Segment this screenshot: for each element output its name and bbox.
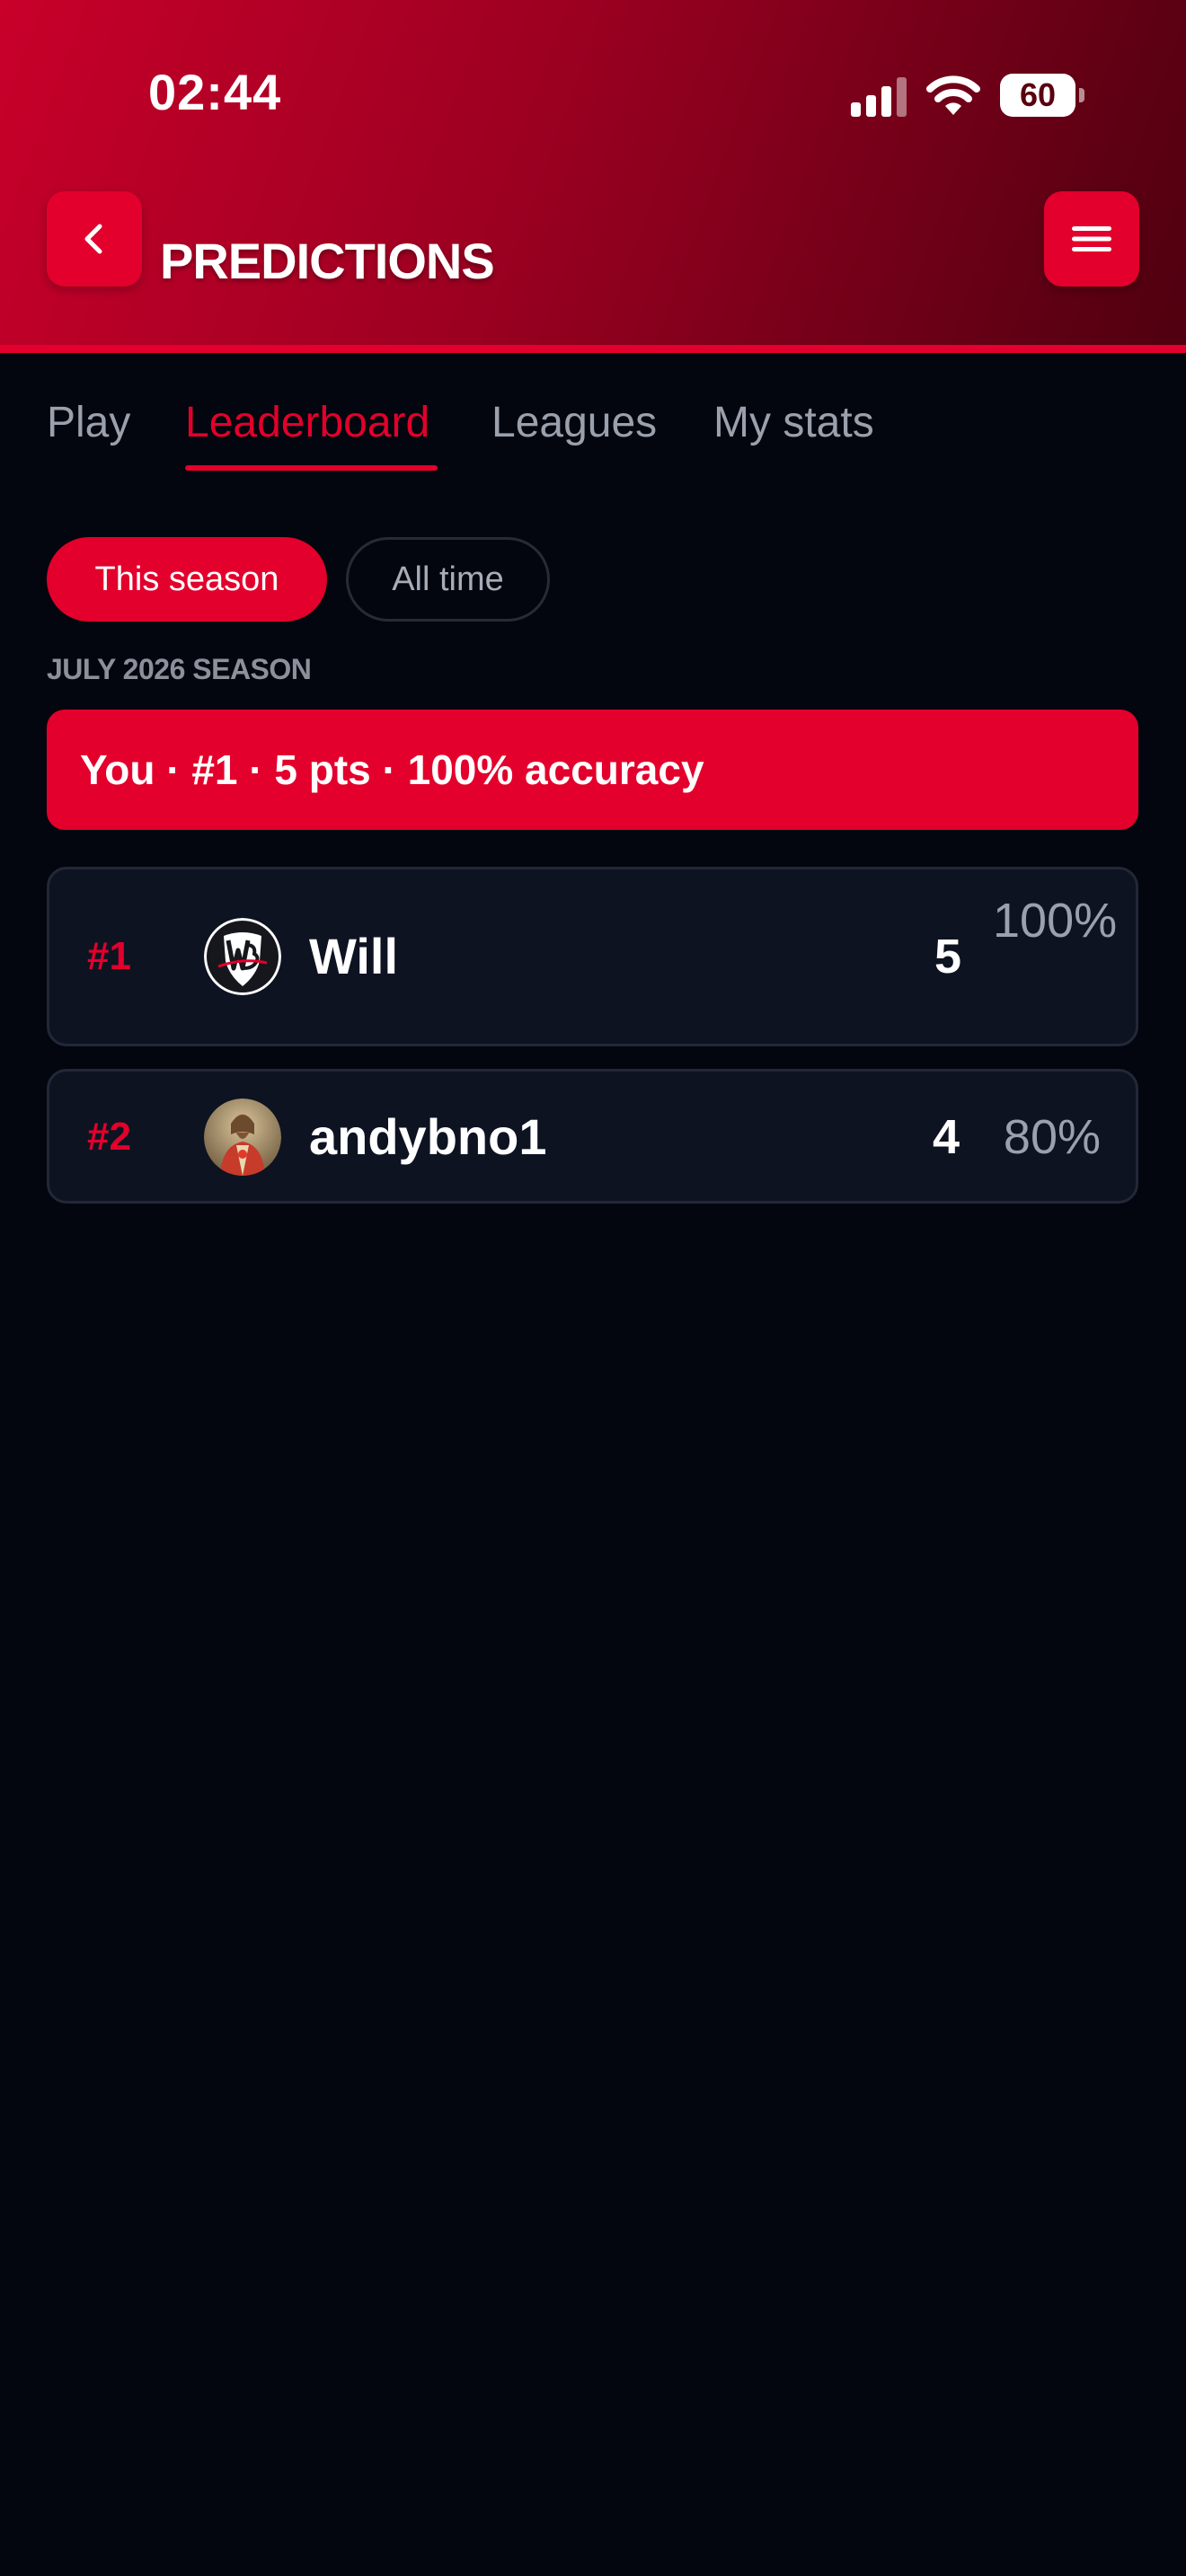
active-tab-indicator [185, 465, 438, 471]
back-button[interactable] [47, 191, 142, 287]
tab-my-stats[interactable]: My stats [713, 395, 874, 451]
player-name: andybno1 [309, 1108, 547, 1165]
app-header: 02:44 60 PREDICTIONS [0, 0, 1186, 345]
player-name: Will [309, 928, 399, 984]
rank: #2 [87, 1115, 131, 1159]
wifi-icon [926, 75, 980, 115]
avatar [204, 1098, 281, 1176]
battery-icon: 60 [1000, 74, 1085, 117]
filter-this-season[interactable]: This season [47, 537, 327, 622]
battery-level: 60 [1019, 76, 1057, 113]
tab-play[interactable]: Play [47, 395, 130, 451]
cellular-signal-icon [851, 77, 907, 117]
user-summary-banner: You · #1 · 5 pts · 100% accuracy [47, 710, 1138, 830]
menu-button[interactable] [1044, 191, 1139, 287]
tab-leaderboard[interactable]: Leaderboard [185, 395, 429, 451]
player-accuracy: 100% [993, 894, 1118, 948]
leaderboard-row[interactable]: #2 andybno1 4 80% [47, 1069, 1138, 1204]
player-accuracy: 80% [1003, 1110, 1101, 1164]
portrait-avatar-icon [204, 1098, 281, 1176]
tab-leagues[interactable]: Leagues [491, 395, 657, 451]
header-divider [0, 345, 1186, 353]
player-points: 5 [934, 930, 961, 984]
user-summary-text: You · #1 · 5 pts · 100% accuracy [80, 746, 704, 793]
season-label: JULY 2026 SEASON [47, 653, 312, 685]
rank: #1 [87, 934, 131, 978]
filter-all-time[interactable]: All time [346, 537, 550, 622]
page-title: PREDICTIONS [160, 233, 495, 289]
hamburger-menu-icon [1072, 226, 1111, 251]
chevron-left-icon [84, 224, 102, 254]
avatar [204, 918, 281, 995]
leaderboard-row[interactable]: #1 Will 5 100% [47, 867, 1138, 1046]
wb-shield-avatar-icon [204, 918, 281, 995]
status-time: 02:44 [148, 64, 282, 120]
